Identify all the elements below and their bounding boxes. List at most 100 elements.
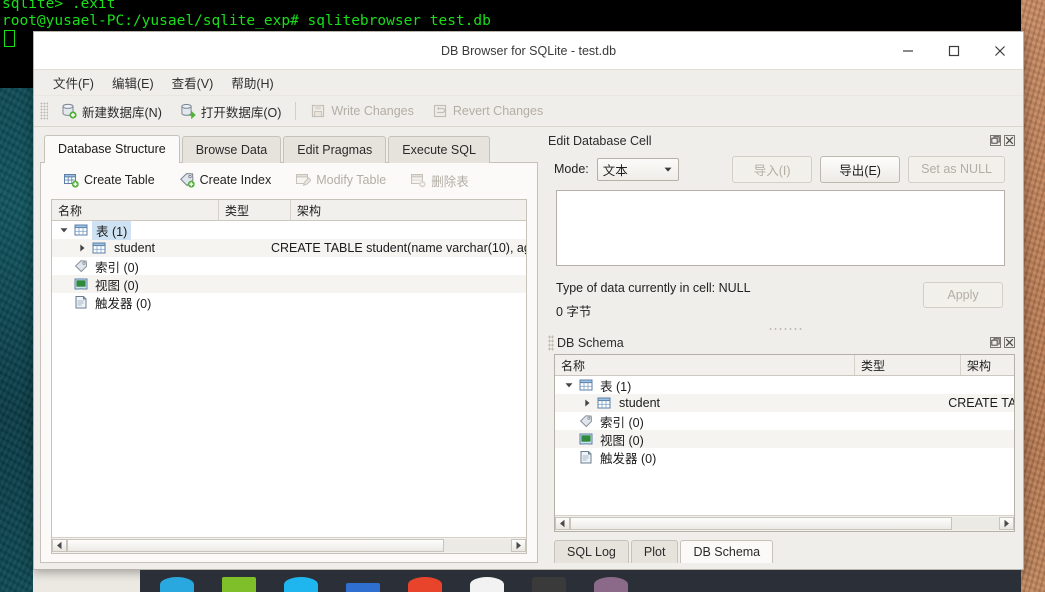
- apply-button[interactable]: Apply: [923, 282, 1003, 308]
- delete-table-icon: [410, 172, 426, 188]
- db-schema-col-schema[interactable]: 架构: [961, 355, 1014, 375]
- menu-view[interactable]: 查看(V): [163, 70, 223, 95]
- table-row[interactable]: 索引 (0): [52, 257, 526, 275]
- maximize-button[interactable]: [931, 32, 977, 69]
- expander-down-icon[interactable]: [563, 379, 575, 391]
- write-changes-button[interactable]: Write Changes: [301, 100, 422, 122]
- taskbar-icon-8[interactable]: [594, 577, 628, 592]
- tab-database-structure-label: Database Structure: [58, 142, 166, 156]
- hscroll-track[interactable]: [67, 539, 511, 552]
- hscroll-track[interactable]: [570, 517, 999, 530]
- mode-select[interactable]: 文本: [596, 157, 679, 181]
- scroll-right-arrow-icon[interactable]: [999, 517, 1014, 530]
- expander-right-icon[interactable]: [581, 397, 593, 409]
- tab-sql-log[interactable]: SQL Log: [554, 540, 629, 563]
- open-database-button[interactable]: 打开数据库(O): [171, 99, 291, 124]
- table-row[interactable]: 表 (1): [52, 221, 526, 240]
- tab-plot[interactable]: Plot: [630, 540, 679, 563]
- edit-cell-close-icon[interactable]: [1004, 135, 1015, 146]
- scroll-left-arrow-icon[interactable]: [555, 517, 570, 530]
- expander-down-icon[interactable]: [58, 224, 70, 236]
- create-index-label: Create Index: [199, 173, 272, 187]
- db-schema-col-name[interactable]: 名称: [555, 355, 855, 375]
- import-button[interactable]: 导入(I): [732, 155, 813, 183]
- table-row[interactable]: 索引 (0): [555, 412, 1014, 430]
- table-row[interactable]: student CREATE TABLE student(name varcha…: [52, 239, 526, 257]
- scroll-right-arrow-icon[interactable]: [511, 539, 526, 552]
- write-changes-icon: [310, 103, 326, 119]
- tab-database-structure[interactable]: Database Structure: [44, 135, 180, 163]
- menu-file[interactable]: 文件(F): [44, 70, 103, 95]
- taskbar-icon-5[interactable]: [408, 577, 442, 592]
- db-schema-col-type[interactable]: 类型: [855, 355, 961, 375]
- close-button[interactable]: [977, 32, 1023, 69]
- tab-db-schema-label: DB Schema: [693, 545, 761, 559]
- import-label: 导入(I): [753, 163, 791, 178]
- db-schema-tree[interactable]: 名称 类型 架构 表 (1) student CREATE TA 索引 (0) …: [554, 354, 1015, 532]
- structure-col-name[interactable]: 名称: [52, 200, 219, 220]
- taskbar-icon-7[interactable]: [532, 577, 566, 592]
- table-row[interactable]: student CREATE TA: [555, 394, 1014, 412]
- expander-right-icon[interactable]: [76, 242, 88, 254]
- db-schema-tree-header: 名称 类型 架构: [555, 355, 1014, 376]
- tab-plot-label: Plot: [643, 545, 666, 559]
- tab-edit-pragmas[interactable]: Edit Pragmas: [283, 136, 387, 163]
- db-schema-grip[interactable]: [548, 334, 554, 351]
- db-schema-hscrollbar[interactable]: [555, 515, 1014, 531]
- db-schema-close-icon[interactable]: [1004, 337, 1015, 348]
- tab-browse-data[interactable]: Browse Data: [181, 136, 282, 163]
- main-toolbar: 新建数据库(N) 打开数据库(O) Write Changes Revert C…: [34, 96, 1023, 127]
- window-body: Database Structure Browse Data Edit Prag…: [34, 127, 1023, 569]
- menu-edit[interactable]: 编辑(E): [103, 70, 163, 95]
- tab-db-schema[interactable]: DB Schema: [680, 540, 774, 563]
- delete-table-button[interactable]: 删除表: [400, 167, 479, 194]
- create-table-button[interactable]: Create Table: [53, 168, 165, 192]
- table-row[interactable]: 触发器 (0): [52, 293, 526, 311]
- revert-changes-button[interactable]: Revert Changes: [423, 100, 552, 122]
- terminal-cursor: [4, 30, 15, 47]
- toolbar-grip[interactable]: [40, 102, 48, 120]
- structure-tree[interactable]: 名称 类型 架构 表 (1) student CREATE TABLE stud…: [51, 199, 527, 554]
- menu-help[interactable]: 帮助(H): [222, 70, 282, 95]
- taskbar-icon-1[interactable]: [160, 577, 194, 592]
- panel-resize-handle[interactable]: [554, 324, 1015, 333]
- tab-execute-sql[interactable]: Execute SQL: [388, 136, 490, 163]
- export-label: 导出(E): [839, 163, 881, 178]
- left-pane: Database Structure Browse Data Edit Prag…: [34, 127, 542, 569]
- new-database-button[interactable]: 新建数据库(N): [52, 99, 171, 124]
- structure-tree-body: 表 (1) student CREATE TABLE student(name …: [52, 221, 526, 537]
- structure-col-schema[interactable]: 架构: [291, 200, 526, 220]
- table-row[interactable]: 表 (1): [555, 376, 1014, 394]
- taskbar-icon-4[interactable]: [346, 583, 380, 592]
- table-row[interactable]: 触发器 (0): [555, 448, 1014, 466]
- modify-table-button[interactable]: Modify Table: [285, 168, 396, 192]
- set-as-null-button[interactable]: Set as NULL: [908, 155, 1005, 183]
- structure-col-type[interactable]: 类型: [219, 200, 291, 220]
- hscroll-thumb[interactable]: [570, 517, 952, 530]
- taskbar-icon-3[interactable]: [284, 577, 318, 592]
- create-index-icon: [179, 172, 195, 188]
- index-icon: [579, 414, 593, 428]
- create-index-button[interactable]: Create Index: [169, 168, 282, 192]
- taskbar-icon-2[interactable]: [222, 577, 256, 592]
- structure-tree-hscrollbar[interactable]: [52, 537, 526, 553]
- taskbar[interactable]: [140, 570, 1021, 592]
- export-button[interactable]: 导出(E): [820, 155, 901, 183]
- hscroll-thumb[interactable]: [67, 539, 445, 552]
- table-row[interactable]: 视图 (0): [52, 275, 526, 293]
- cell-type-info: Type of data currently in cell: NULL: [556, 281, 751, 295]
- window-titlebar[interactable]: DB Browser for SQLite - test.db: [34, 32, 1023, 70]
- db-schema-title: DB Schema: [557, 335, 624, 350]
- scroll-left-arrow-icon[interactable]: [52, 539, 67, 552]
- cell-info-block: Type of data currently in cell: NULL 0 字…: [554, 266, 1015, 324]
- table-row[interactable]: 视图 (0): [555, 430, 1014, 448]
- cell-content-editor[interactable]: [556, 190, 1005, 266]
- db-browser-window: DB Browser for SQLite - test.db 文件(F) 编辑…: [33, 31, 1024, 570]
- desktop-wallpaper-left: [0, 0, 33, 592]
- index-icon: [74, 259, 88, 273]
- modify-table-label: Modify Table: [316, 173, 387, 187]
- minimize-button[interactable]: [885, 32, 931, 69]
- taskbar-icon-6[interactable]: [470, 577, 504, 592]
- edit-cell-float-icon[interactable]: [990, 135, 1001, 146]
- db-schema-float-icon[interactable]: [990, 337, 1001, 348]
